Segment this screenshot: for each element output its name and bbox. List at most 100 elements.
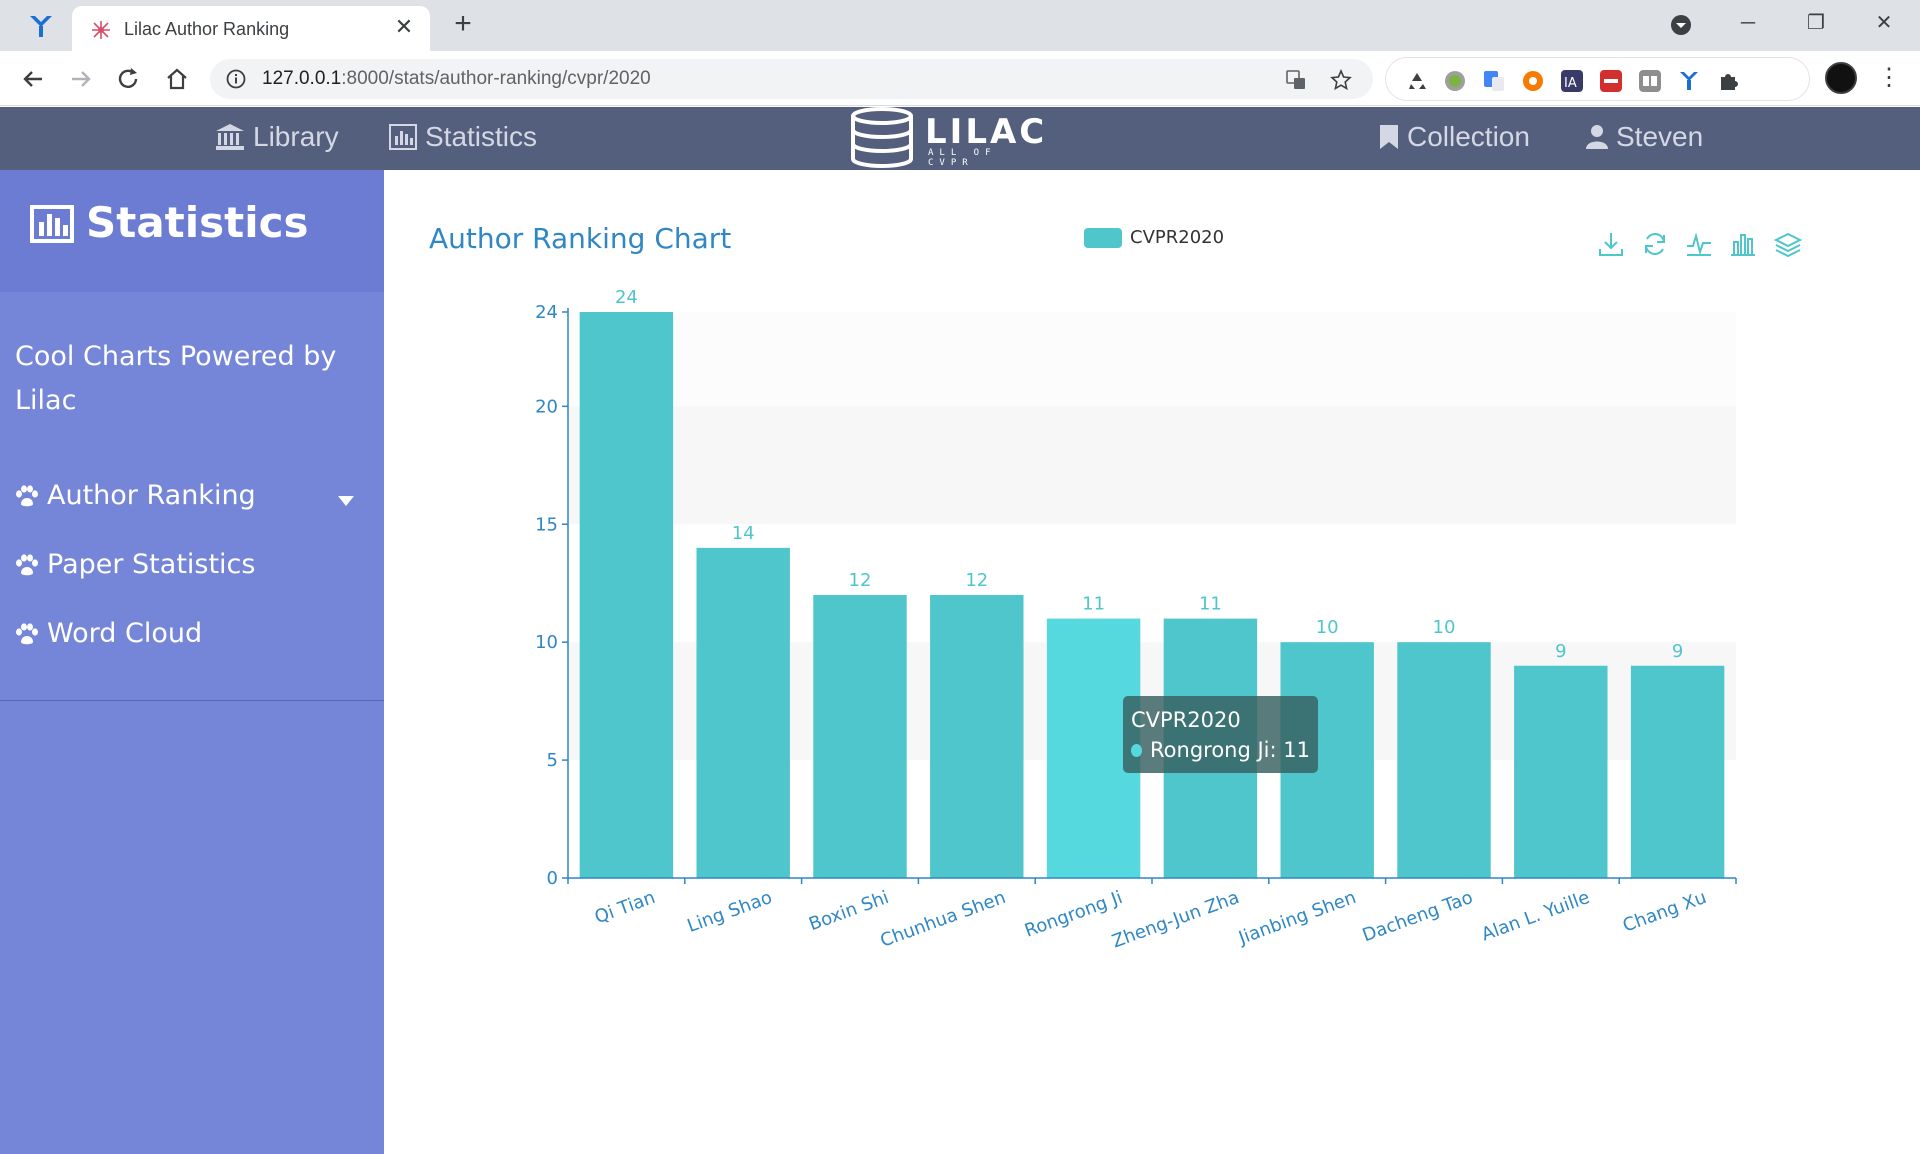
close-tab-icon[interactable]: ✕ [392, 16, 416, 40]
app-header: Library Statistics LILAC ALL OF CVPR Col… [0, 107, 1920, 170]
svg-text:IA: IA [1564, 76, 1577, 91]
sidebar-item-author-ranking[interactable]: Author Ranking [15, 480, 256, 511]
x-tick-label: Dacheng Tao [1360, 887, 1476, 946]
x-tick-label: Alan L. Yuille [1479, 887, 1593, 946]
nav-collection[interactable]: Collection [1379, 121, 1530, 153]
legend-label: CVPR2020 [1130, 227, 1225, 248]
nav-statistics[interactable]: Statistics [389, 121, 537, 153]
sidebar-item-label: Author Ranking [47, 480, 256, 511]
y-tick-label: 24 [535, 302, 558, 323]
x-tick-label: Qi Tian [592, 887, 658, 928]
bar-value-label: 12 [849, 570, 872, 591]
puzzle-extensions-icon[interactable] [1717, 70, 1739, 92]
author-ranking-chart: 24 14 12 12 11 11 10 10 9 9 0 5 10 15 20 24 Qi Tian Ling … [535, 287, 1737, 950]
reload-icon[interactable] [113, 64, 143, 94]
legend-swatch [1084, 227, 1122, 248]
bar-value-label: 12 [965, 570, 988, 591]
tooltip-series: CVPR2020 [1131, 708, 1241, 732]
x-tick-label: Boxin Shi [806, 887, 892, 935]
refresh-icon[interactable] [1641, 230, 1669, 258]
bar-value-label: 11 [1082, 594, 1105, 615]
chart-legend[interactable]: CVPR2020 [1084, 227, 1224, 248]
bar[interactable] [1630, 665, 1725, 878]
bar-chart-icon[interactable] [1729, 230, 1757, 258]
y-extension-icon[interactable] [1678, 70, 1700, 92]
statistics-icon [30, 205, 74, 243]
bar[interactable] [1514, 665, 1608, 878]
new-tab-button[interactable]: + [448, 9, 478, 40]
split-area-band [568, 312, 1736, 407]
orange-extension-icon[interactable] [1522, 70, 1544, 92]
database-logo-icon [851, 107, 913, 168]
y-tick-label: 15 [535, 514, 558, 535]
nav-statistics-label: Statistics [425, 121, 538, 152]
y-tick-label: 10 [535, 632, 558, 653]
logo-subtitle: ALL OF CVPR [928, 148, 997, 168]
nav-user[interactable]: Steven [1586, 121, 1703, 153]
nav-library[interactable]: Library [215, 121, 339, 153]
caret-down-icon[interactable] [337, 495, 355, 507]
sidebar-title: Statistics [86, 198, 309, 247]
sidebar: Statistics Cool Charts Powered by Lilac … [0, 170, 384, 1154]
browser-tab[interactable]: Lilac Author Ranking ✕ [72, 6, 430, 51]
stack-icon[interactable] [1774, 230, 1802, 258]
bar-value-label: 24 [615, 287, 638, 308]
tooltip-row: Rongrong Ji: 11 [1131, 734, 1310, 766]
site-info-icon[interactable] [226, 69, 246, 89]
y-tick-label: 20 [535, 396, 558, 417]
forward-icon[interactable] [66, 64, 96, 94]
profile-avatar[interactable] [1825, 62, 1857, 94]
nav-user-label: Steven [1616, 121, 1704, 152]
paw-icon [16, 553, 38, 575]
sidebar-item-word-cloud[interactable]: Word Cloud [15, 618, 202, 649]
grey-extension-icon[interactable] [1639, 70, 1661, 92]
chart-title: Author Ranking Chart [429, 222, 732, 255]
y-tick-label: 0 [547, 868, 558, 889]
lilac-logo[interactable]: LILAC ALL OF CVPR [850, 107, 1050, 170]
tooltip-dot [1131, 743, 1143, 757]
line-chart-icon[interactable] [1685, 230, 1713, 258]
chart-tooltip: CVPR2020 Rongrong Ji: 11 [1123, 696, 1318, 773]
bar-value-label: 14 [732, 523, 755, 544]
url-text[interactable]: 127.0.0.1:8000/stats/author-ranking/cvpr… [262, 68, 651, 90]
home-icon[interactable] [162, 64, 192, 94]
bar-value-label: 9 [1555, 641, 1566, 662]
browser-toolbar: 127.0.0.1:8000/stats/author-ranking/cvpr… [0, 51, 1920, 106]
extensions-area: IA [1385, 57, 1810, 101]
back-icon[interactable] [18, 64, 48, 94]
lilac-favicon-icon [92, 21, 110, 39]
bar[interactable] [696, 547, 790, 878]
download-icon[interactable] [1597, 230, 1625, 258]
bar[interactable] [813, 595, 907, 878]
bar-chart-nav-icon [389, 124, 417, 150]
x-tick-label: Chang Xu [1620, 887, 1709, 937]
ia-extension-icon[interactable]: IA [1561, 70, 1583, 92]
split-area-band [568, 406, 1736, 525]
sidebar-divider [0, 700, 384, 701]
tab-title: Lilac Author Ranking [124, 19, 290, 39]
user-icon [1586, 125, 1608, 149]
bookmark-star-icon[interactable] [1330, 69, 1352, 91]
circle-extension-icon[interactable] [1444, 70, 1466, 92]
app-y-icon[interactable] [27, 13, 55, 39]
bar[interactable] [579, 312, 674, 878]
restore-button[interactable]: ❐ [1798, 8, 1834, 38]
bar[interactable] [1397, 642, 1491, 878]
browser-menu-icon[interactable]: ⋮ [1877, 64, 1901, 92]
recycle-extension-icon[interactable] [1406, 70, 1428, 92]
sidebar-item-paper-statistics[interactable]: Paper Statistics [15, 549, 255, 580]
logo-wordmark: LILAC [925, 112, 1048, 152]
x-tick-label: Chunhua Shen [878, 887, 1009, 950]
sidebar-item-label: Word Cloud [47, 618, 203, 649]
red-extension-icon[interactable] [1600, 70, 1622, 92]
address-bar[interactable]: 127.0.0.1:8000/stats/author-ranking/cvpr… [210, 59, 1373, 99]
library-icon [216, 124, 244, 150]
translate-icon[interactable] [1285, 69, 1307, 91]
window-close-button[interactable]: ✕ [1866, 8, 1902, 38]
bar[interactable] [930, 595, 1024, 878]
google-translate-extension-icon[interactable] [1483, 70, 1505, 92]
bar-value-label: 9 [1672, 641, 1683, 662]
nav-library-label: Library [253, 121, 339, 152]
minimize-button[interactable]: ─ [1730, 8, 1766, 38]
tab-search-icon[interactable] [1670, 14, 1692, 36]
